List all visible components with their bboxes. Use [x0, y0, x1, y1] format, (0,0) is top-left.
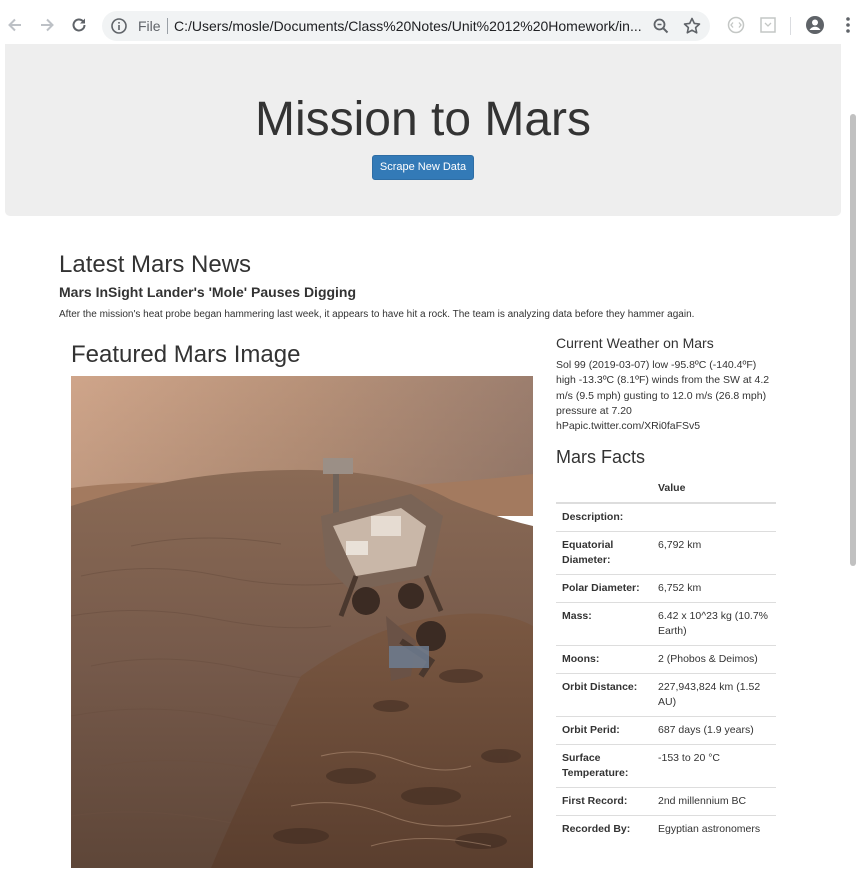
- fact-value: 6,752 km: [652, 574, 776, 603]
- news-title: Mars InSight Lander's 'Mole' Pauses Digg…: [59, 284, 357, 300]
- fact-value: 2nd millennium BC: [652, 787, 776, 816]
- url-text[interactable]: C:/Users/mosle/Documents/Class%20Notes/U…: [174, 18, 646, 34]
- table-row: Moons: 2 (Phobos & Deimos): [556, 645, 776, 674]
- table-row: Polar Diameter: 6,752 km: [556, 574, 776, 603]
- extension-icon[interactable]: [726, 15, 746, 35]
- toolbar-separator: [790, 17, 791, 35]
- fact-value: 2 (Phobos & Deimos): [652, 645, 776, 674]
- fact-value: 227,943,824 km (1.52 AU): [652, 673, 776, 717]
- more-menu-icon[interactable]: [838, 15, 857, 35]
- fact-key: Moons:: [556, 645, 652, 674]
- page-title: Mission to Mars: [254, 93, 592, 146]
- info-icon[interactable]: [110, 17, 128, 35]
- news-paragraph: After the mission's heat probe began ham…: [59, 309, 695, 320]
- bookmark-star-icon[interactable]: [682, 16, 702, 36]
- extension-box-icon[interactable]: [758, 15, 778, 35]
- featured-image-heading: Featured Mars Image: [71, 341, 301, 368]
- facts-table-body: Description: Equatorial Diameter: 6,792 km…: [556, 502, 776, 843]
- facts-heading: Mars Facts: [556, 447, 646, 467]
- mars-facts-table: Value Description: Equatorial Diameter: 6,…: [556, 473, 776, 843]
- weather-heading: Current Weather on Mars: [556, 335, 714, 351]
- fact-value: 687 days (1.9 years): [652, 716, 776, 745]
- fact-key: Description:: [556, 502, 652, 532]
- table-row: Surface Temperature: -153 to 20 °C: [556, 744, 776, 788]
- fact-value: Egyptian astronomers: [652, 815, 776, 843]
- fact-value: 6.42 x 10^23 kg (10.7% Earth): [652, 602, 776, 646]
- address-separator: [167, 18, 168, 34]
- file-label: File: [138, 18, 161, 34]
- table-row: Description:: [556, 502, 776, 532]
- fact-key: Surface Temperature:: [556, 744, 652, 788]
- table-row: Orbit Distance: 227,943,824 km (1.52 AU): [556, 673, 776, 717]
- fact-key: Polar Diameter:: [556, 574, 652, 603]
- page-scrollbar[interactable]: [849, 52, 857, 881]
- reload-icon[interactable]: [66, 12, 92, 38]
- zoom-icon[interactable]: [651, 16, 671, 36]
- back-icon[interactable]: [2, 12, 28, 38]
- fact-key: First Record:: [556, 787, 652, 816]
- weather-text: Sol 99 (2019-03-07) low -95.8ºC (-140.4º…: [556, 359, 770, 433]
- forward-icon[interactable]: [34, 12, 60, 38]
- table-row: Orbit Perid: 687 days (1.9 years): [556, 716, 776, 745]
- fact-key: Equatorial Diameter:: [556, 531, 652, 575]
- table-row: Equatorial Diameter: 6,792 km: [556, 531, 776, 575]
- fact-key: Orbit Distance:: [556, 673, 652, 717]
- fact-key: Recorded By:: [556, 815, 652, 843]
- table-row: Recorded By: Egyptian astronomers: [556, 815, 776, 843]
- address-bar[interactable]: File C:/Users/mosle/Documents/Class%20No…: [102, 11, 710, 41]
- scrape-button[interactable]: Scrape New Data: [372, 155, 474, 180]
- table-row: Mass: 6.42 x 10^23 kg (10.7% Earth): [556, 602, 776, 646]
- fact-key: Mass:: [556, 602, 652, 646]
- fact-value: -153 to 20 °C: [652, 744, 776, 788]
- table-header-row: Value: [556, 473, 776, 504]
- news-heading: Latest Mars News: [59, 251, 252, 278]
- table-row: First Record: 2nd millennium BC: [556, 787, 776, 816]
- fact-key: Orbit Perid:: [556, 716, 652, 745]
- fact-value: [652, 502, 776, 532]
- scrollbar-thumb[interactable]: [850, 114, 856, 566]
- featured-mars-image: [71, 376, 533, 868]
- profile-avatar-icon[interactable]: [805, 15, 825, 35]
- table-header-value: Value: [652, 473, 776, 504]
- fact-value: 6,792 km: [652, 531, 776, 575]
- table-header-key: [556, 473, 652, 504]
